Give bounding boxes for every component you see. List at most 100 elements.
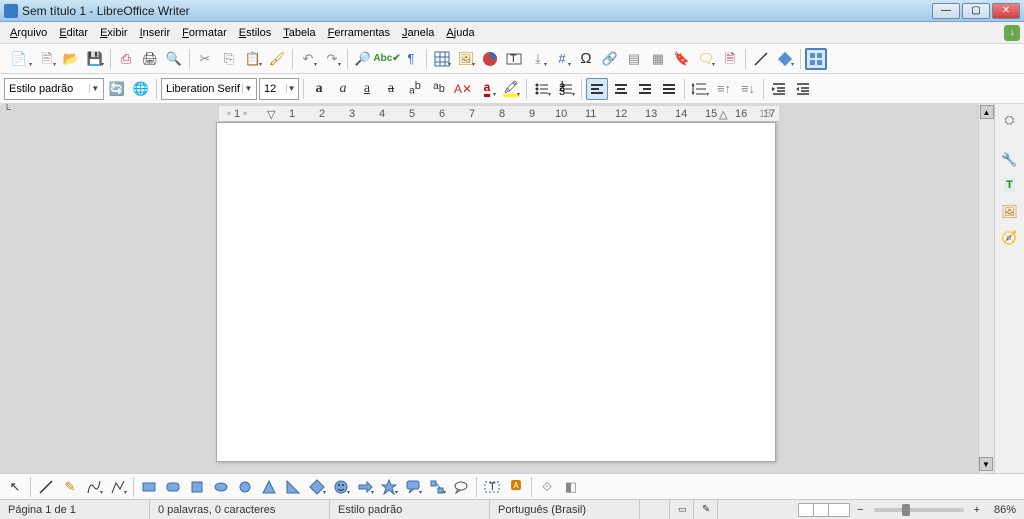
stars-tool[interactable] — [378, 476, 400, 498]
insert-footnote-button[interactable]: ▤ — [623, 48, 645, 70]
paste-button[interactable]: 📋 — [242, 48, 264, 70]
track-changes-button[interactable]: 🗎 — [719, 48, 741, 70]
insert-special-char-button[interactable]: Ω — [575, 48, 597, 70]
increase-spacing-button[interactable]: ≡↑ — [713, 78, 735, 100]
dropdown-icon[interactable]: ▼ — [286, 84, 296, 93]
font-name-input[interactable] — [166, 83, 242, 95]
menu-format[interactable]: Formatar — [176, 24, 233, 42]
justify-button[interactable] — [658, 78, 680, 100]
increase-indent-button[interactable] — [768, 78, 790, 100]
flowchart-tool[interactable] — [426, 476, 448, 498]
status-word-count[interactable]: 0 palavras, 0 caracteres — [150, 500, 330, 519]
update-style-button[interactable]: 🔄 — [106, 78, 128, 100]
insert-field-button[interactable]: # — [551, 48, 573, 70]
speech-bubble-tool[interactable] — [450, 476, 472, 498]
fontwork-tool[interactable]: 🅰 — [505, 476, 527, 498]
select-tool[interactable]: ↖ — [4, 476, 26, 498]
insert-textbox-button[interactable]: T — [503, 48, 525, 70]
decrease-indent-button[interactable] — [792, 78, 814, 100]
show-draw-functions-button[interactable] — [805, 48, 827, 70]
status-signature[interactable]: ✎ — [694, 500, 718, 519]
zoom-in-button[interactable]: + — [970, 504, 984, 516]
templates-button[interactable]: 🖹 — [36, 48, 58, 70]
zoom-percent[interactable]: 86% — [984, 500, 1024, 519]
undo-button[interactable]: ↶ — [297, 48, 319, 70]
decrease-spacing-button[interactable]: ≡↓ — [737, 78, 759, 100]
zoom-slider[interactable] — [874, 508, 964, 512]
insert-bookmark-button[interactable]: 🔖 — [671, 48, 693, 70]
align-left-button[interactable] — [586, 78, 608, 100]
symbol-shapes-tool[interactable] — [330, 476, 352, 498]
close-button[interactable]: ✕ — [992, 3, 1020, 19]
scroll-up-button[interactable]: ▲ — [980, 105, 994, 119]
insert-text-box-tool[interactable]: T — [481, 476, 503, 498]
copy-button[interactable]: ⎘ — [218, 48, 240, 70]
line-spacing-button[interactable] — [689, 78, 711, 100]
square-tool[interactable] — [186, 476, 208, 498]
toggle-extrusion-tool[interactable]: ◧ — [560, 476, 582, 498]
status-selection-mode[interactable]: ▭ — [670, 500, 694, 519]
formatting-marks-button[interactable]: ¶ — [400, 48, 422, 70]
block-arrows-tool[interactable] — [354, 476, 376, 498]
menu-window[interactable]: Janela — [396, 24, 440, 42]
zoom-out-button[interactable]: − — [853, 504, 867, 516]
edit-points-tool[interactable]: ⟐ — [536, 476, 558, 498]
multi-page-view[interactable] — [813, 503, 829, 517]
find-replace-button[interactable]: 🔎 — [352, 48, 374, 70]
new-button[interactable]: 📄 — [4, 48, 34, 70]
font-size-input[interactable] — [264, 83, 286, 95]
sidebar-properties-icon[interactable]: 🔧 — [999, 148, 1021, 170]
superscript-button[interactable]: ab — [404, 78, 426, 100]
para-style-combo[interactable]: ▼ — [4, 78, 104, 100]
menu-styles[interactable]: Estilos — [233, 24, 277, 42]
freeform-tool[interactable]: ✎ — [59, 476, 81, 498]
numbering-button[interactable]: 123 — [555, 78, 577, 100]
isoceles-triangle-tool[interactable] — [258, 476, 280, 498]
horizontal-ruler[interactable]: ◦ 1 ◦ ▽ 1 2 3 4 5 6 7 8 9 10 11 12 13 14… — [219, 106, 779, 122]
circle-tool[interactable] — [234, 476, 256, 498]
single-page-view[interactable] — [798, 503, 814, 517]
rounded-rect-tool[interactable] — [162, 476, 184, 498]
basic-shapes-tool[interactable] — [306, 476, 328, 498]
status-page[interactable]: Página 1 de 1 — [0, 500, 150, 519]
clear-formatting-button[interactable]: A✕ — [452, 78, 474, 100]
sidebar-gallery-icon[interactable]: 🖼 — [999, 200, 1021, 222]
bold-button[interactable]: a — [308, 78, 330, 100]
font-color-button[interactable]: a — [476, 78, 498, 100]
sidebar-navigator-icon[interactable]: 🧭 — [999, 226, 1021, 248]
clone-formatting-button[interactable]: 🖌 — [266, 48, 288, 70]
maximize-button[interactable]: ▢ — [962, 3, 990, 19]
menu-edit[interactable]: Editar — [53, 24, 94, 42]
export-pdf-button[interactable]: ⎙ — [115, 48, 137, 70]
sidebar-styles-icon[interactable]: T — [999, 174, 1021, 196]
status-insert-mode[interactable] — [640, 500, 670, 519]
font-size-combo[interactable]: ▼ — [259, 78, 299, 100]
menu-table[interactable]: Tabela — [277, 24, 321, 42]
status-language[interactable]: Português (Brasil) — [490, 500, 640, 519]
sidebar-settings-icon[interactable]: ⛭ — [999, 108, 1021, 130]
cut-button[interactable]: ✂ — [194, 48, 216, 70]
line-tool[interactable] — [35, 476, 57, 498]
menu-file[interactable]: Arquivo — [4, 24, 53, 42]
zoom-slider-knob[interactable] — [902, 504, 910, 516]
open-button[interactable]: 📂 — [60, 48, 82, 70]
underline-button[interactable]: a — [356, 78, 378, 100]
redo-button[interactable]: ↷ — [321, 48, 343, 70]
italic-button[interactable]: a — [332, 78, 354, 100]
save-button[interactable]: 💾 — [84, 48, 106, 70]
status-style[interactable]: Estilo padrão — [330, 500, 490, 519]
right-triangle-tool[interactable] — [282, 476, 304, 498]
insert-hyperlink-button[interactable]: 🔗 — [599, 48, 621, 70]
polygon-tool[interactable] — [107, 476, 129, 498]
insert-chart-button[interactable] — [479, 48, 501, 70]
menu-help[interactable]: Ajuda — [440, 24, 480, 42]
callouts-tool[interactable] — [402, 476, 424, 498]
highlight-button[interactable]: 🖍 — [500, 78, 522, 100]
menu-tools[interactable]: Ferramentas — [322, 24, 396, 42]
curve-tool[interactable] — [83, 476, 105, 498]
minimize-button[interactable]: — — [932, 3, 960, 19]
subscript-button[interactable]: ab — [428, 78, 450, 100]
dropdown-icon[interactable]: ▼ — [89, 84, 101, 93]
page[interactable] — [216, 122, 776, 462]
page-viewport[interactable] — [14, 122, 978, 473]
